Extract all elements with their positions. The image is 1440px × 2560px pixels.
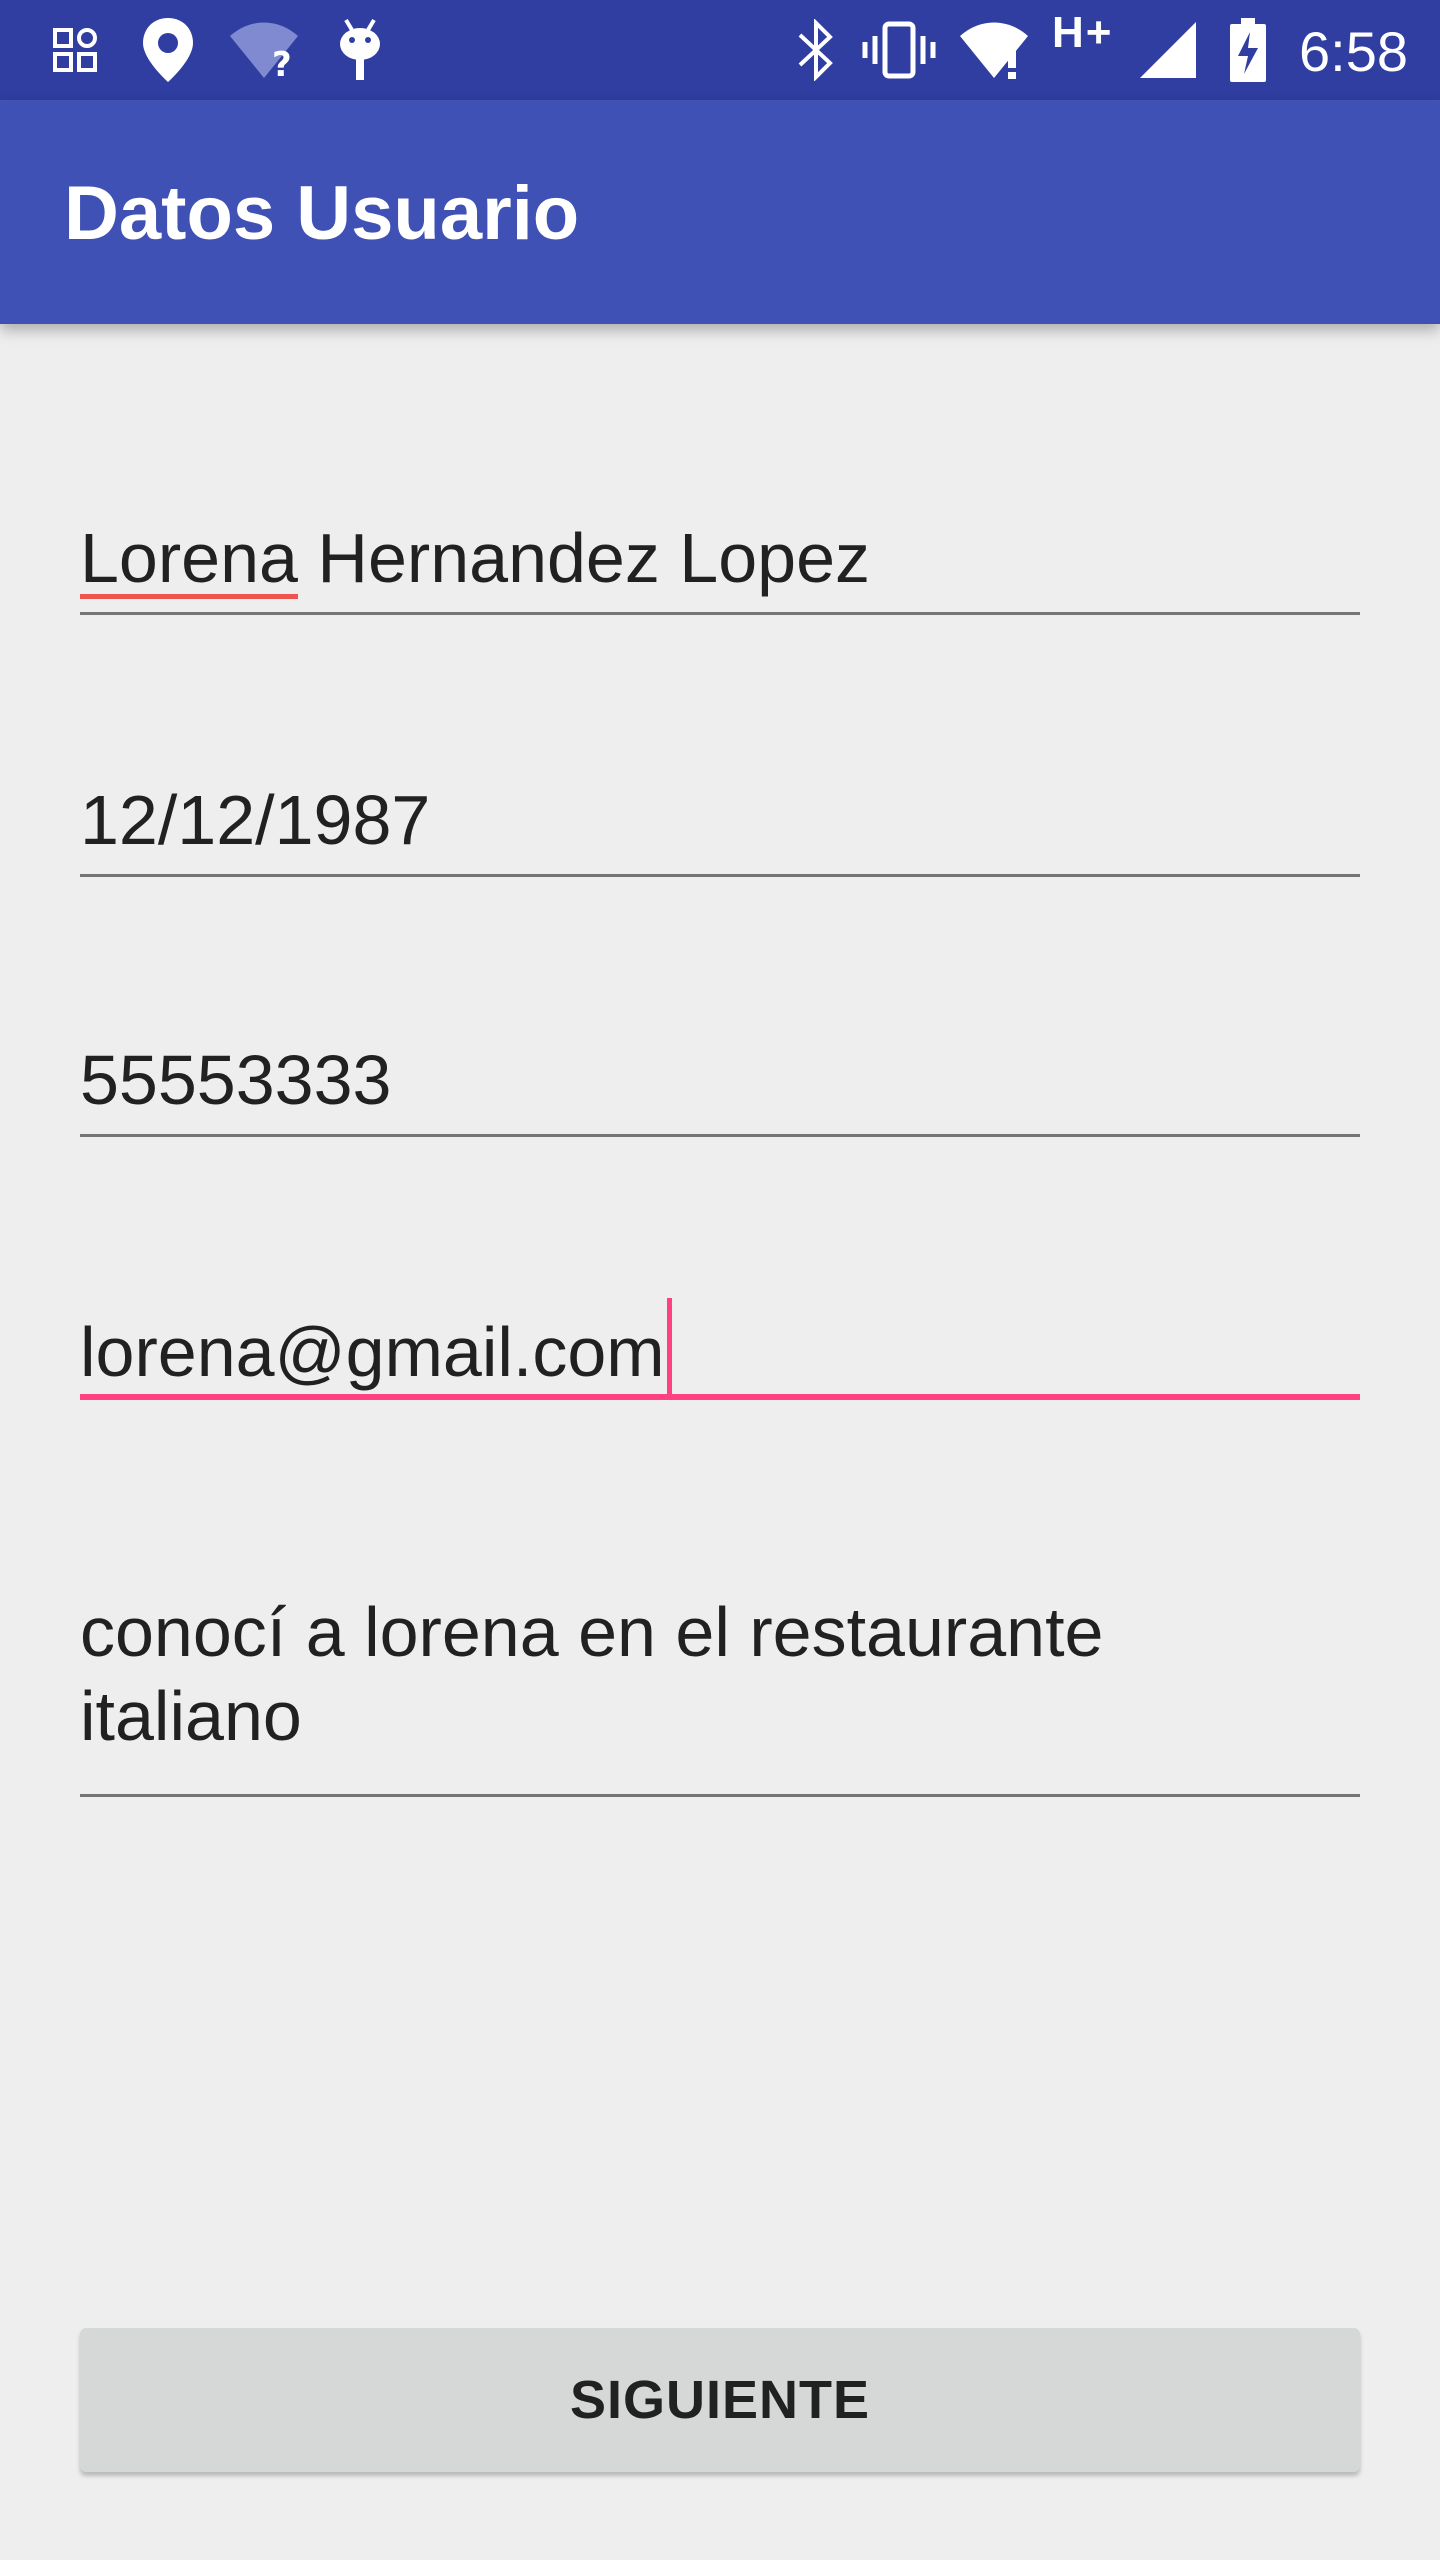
location-pin-icon xyxy=(138,12,198,88)
birthdate-field-underline xyxy=(80,874,1360,877)
wifi-unknown-icon: ? xyxy=(228,12,300,88)
apps-grid-icon xyxy=(50,12,100,88)
android-debug-icon xyxy=(334,12,386,88)
bluetooth-icon xyxy=(792,12,840,88)
spell-check-underline xyxy=(80,594,298,599)
battery-charging-icon xyxy=(1226,12,1270,88)
description-field-value: conocí a lorena en el restaurante italia… xyxy=(80,1593,1104,1755)
email-field-underline xyxy=(80,1394,1360,1400)
description-field-underline xyxy=(80,1794,1360,1797)
email-field[interactable]: lorena@gmail.com xyxy=(80,1298,1360,1402)
page-title: Datos Usuario xyxy=(64,171,580,256)
cell-signal-icon xyxy=(1136,12,1200,88)
phone-field-value: 55553333 xyxy=(80,1041,392,1119)
phone-field[interactable]: 55553333 xyxy=(80,1038,1360,1138)
birthdate-field[interactable]: 12/12/1987 xyxy=(80,778,1360,878)
email-field-text: lorena@gmail.com xyxy=(80,1298,1360,1394)
svg-text:?: ? xyxy=(272,45,292,80)
next-button[interactable]: SIGUIENTE xyxy=(80,2328,1360,2472)
name-field-underline xyxy=(80,612,1360,615)
phone-field-underline xyxy=(80,1134,1360,1137)
name-field[interactable]: Lorena Hernandez Lopez xyxy=(80,516,1360,616)
network-type-label: H+ xyxy=(1052,8,1114,57)
screen: ? H+ 6:58 Datos Usuario Lorena Hernandez… xyxy=(0,0,1440,2560)
name-field-value: Lorena Hernandez Lopez xyxy=(80,519,871,597)
birthdate-field-value: 12/12/1987 xyxy=(80,781,431,859)
vibrate-icon xyxy=(860,12,938,88)
wifi-alert-icon xyxy=(958,12,1030,88)
status-time: 6:58 xyxy=(1299,20,1408,83)
email-field-value: lorena@gmail.com xyxy=(80,1313,665,1391)
text-cursor xyxy=(666,1298,672,1394)
status-bar: ? H+ 6:58 xyxy=(0,0,1440,100)
app-bar: Datos Usuario xyxy=(0,100,1440,324)
description-field[interactable]: conocí a lorena en el restaurante italia… xyxy=(80,1590,1360,1800)
